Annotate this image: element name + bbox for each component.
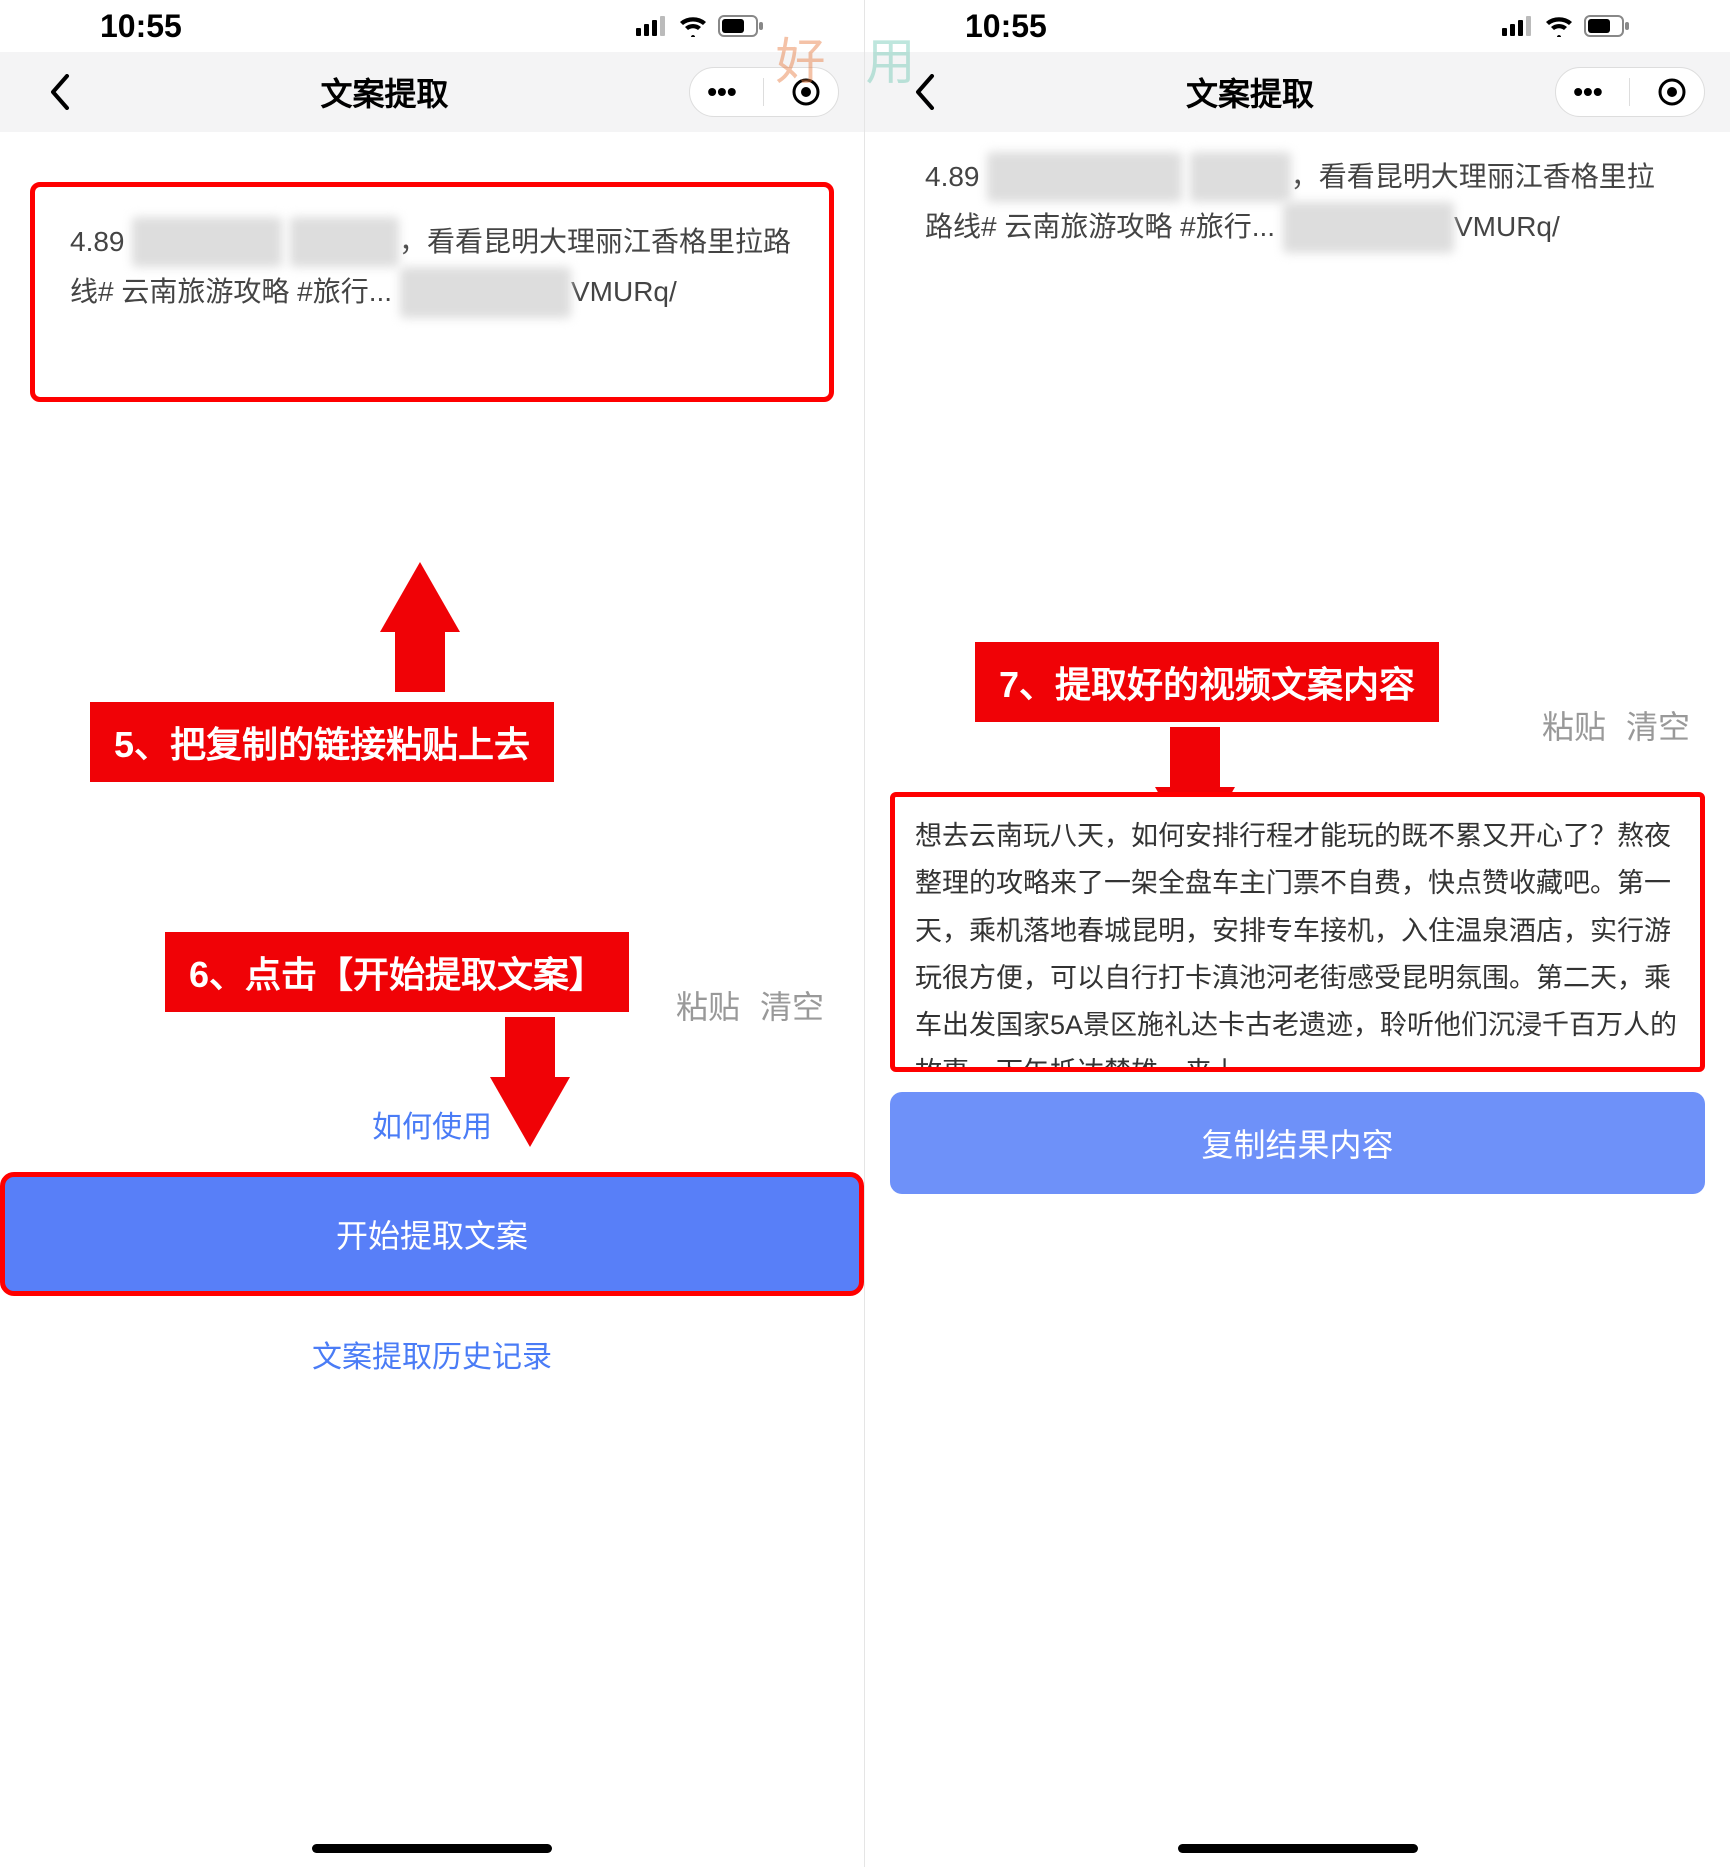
more-icon[interactable]: ••• <box>1573 76 1602 108</box>
paste-button[interactable]: 粘贴 <box>676 982 740 1028</box>
input-actions: 粘贴 清空 <box>0 982 864 1028</box>
home-indicator[interactable] <box>312 1844 552 1853</box>
input-text-prefix: 4.89 <box>925 161 987 192</box>
nav-capsule: ••• <box>689 67 839 117</box>
how-to-use-link[interactable]: 如何使用 <box>0 1102 864 1146</box>
blurred-text <box>290 217 399 267</box>
status-bar: 10:55 <box>865 0 1730 52</box>
link-input-area[interactable]: 4.89 ，看看昆明大理丽江香格里拉路线# 云南旅游攻略 #旅行... VMUR… <box>30 182 834 402</box>
blurred-text <box>1283 202 1454 252</box>
page-title: 文案提取 <box>945 69 1555 115</box>
status-bar: 10:55 <box>0 0 864 52</box>
more-icon[interactable]: ••• <box>707 76 736 108</box>
nav-bar: 文案提取 ••• <box>865 52 1730 132</box>
start-extract-button[interactable]: 开始提取文案 <box>0 1172 864 1296</box>
divider <box>763 78 764 106</box>
annotation-step-5: 5、把复制的链接粘贴上去 <box>90 702 554 782</box>
link-input-area[interactable]: 4.89 ，看看昆明大理丽江香格里拉路线# 云南旅游攻略 #旅行... VMUR… <box>895 132 1700 273</box>
signal-icon <box>1502 16 1534 36</box>
input-text-suffix: VMURq/ <box>571 276 677 307</box>
back-button[interactable] <box>905 72 945 112</box>
blurred-text <box>400 267 571 317</box>
phone-screen-left: 10:55 文案提取 ••• 4.89 ，看看昆明大理丽江香格里拉路线# 云南旅… <box>0 0 865 1867</box>
battery-icon <box>718 15 764 37</box>
input-text-suffix: VMURq/ <box>1454 211 1560 242</box>
copy-result-button[interactable]: 复制结果内容 <box>890 1092 1705 1194</box>
nav-bar: 文案提取 ••• <box>0 52 864 132</box>
target-icon[interactable] <box>791 77 821 107</box>
blurred-text <box>132 217 282 267</box>
result-text: 想去云南玩八天，如何安排行程才能玩的既不累又开心了？熬夜整理的攻略来了一架全盘车… <box>915 821 1677 1072</box>
chevron-left-icon <box>49 74 71 110</box>
divider <box>1629 78 1630 106</box>
chevron-left-icon <box>914 74 936 110</box>
phone-screen-right: 10:55 文案提取 ••• 4.89 ，看看昆明大理丽江香格里拉路线# 云南旅… <box>865 0 1730 1867</box>
home-indicator[interactable] <box>1178 1844 1418 1853</box>
input-actions: 粘贴 清空 <box>865 702 1730 748</box>
clear-button[interactable]: 清空 <box>1626 702 1690 748</box>
nav-capsule: ••• <box>1555 67 1705 117</box>
result-text-area[interactable]: 想去云南玩八天，如何安排行程才能玩的既不累又开心了？熬夜整理的攻略来了一架全盘车… <box>890 792 1705 1072</box>
history-link[interactable]: 文案提取历史记录 <box>0 1332 864 1376</box>
arrow-up-icon <box>380 562 460 632</box>
status-icons <box>1502 15 1630 37</box>
target-icon[interactable] <box>1657 77 1687 107</box>
back-button[interactable] <box>40 72 80 112</box>
wifi-icon <box>678 15 708 37</box>
clear-button[interactable]: 清空 <box>760 982 824 1028</box>
wifi-icon <box>1544 15 1574 37</box>
input-text-prefix: 4.89 <box>70 226 132 257</box>
blurred-text <box>987 152 1181 202</box>
battery-icon <box>1584 15 1630 37</box>
paste-button[interactable]: 粘贴 <box>1542 702 1606 748</box>
status-time: 10:55 <box>100 8 182 45</box>
signal-icon <box>636 16 668 36</box>
status-time: 10:55 <box>965 8 1047 45</box>
status-icons <box>636 15 764 37</box>
content-area: 4.89 ，看看昆明大理丽江香格里拉路线# 云南旅游攻略 #旅行... VMUR… <box>0 132 864 432</box>
content-area: 4.89 ，看看昆明大理丽江香格里拉路线# 云南旅游攻略 #旅行... VMUR… <box>865 132 1730 303</box>
page-title: 文案提取 <box>80 69 689 115</box>
blurred-text <box>1190 152 1291 202</box>
